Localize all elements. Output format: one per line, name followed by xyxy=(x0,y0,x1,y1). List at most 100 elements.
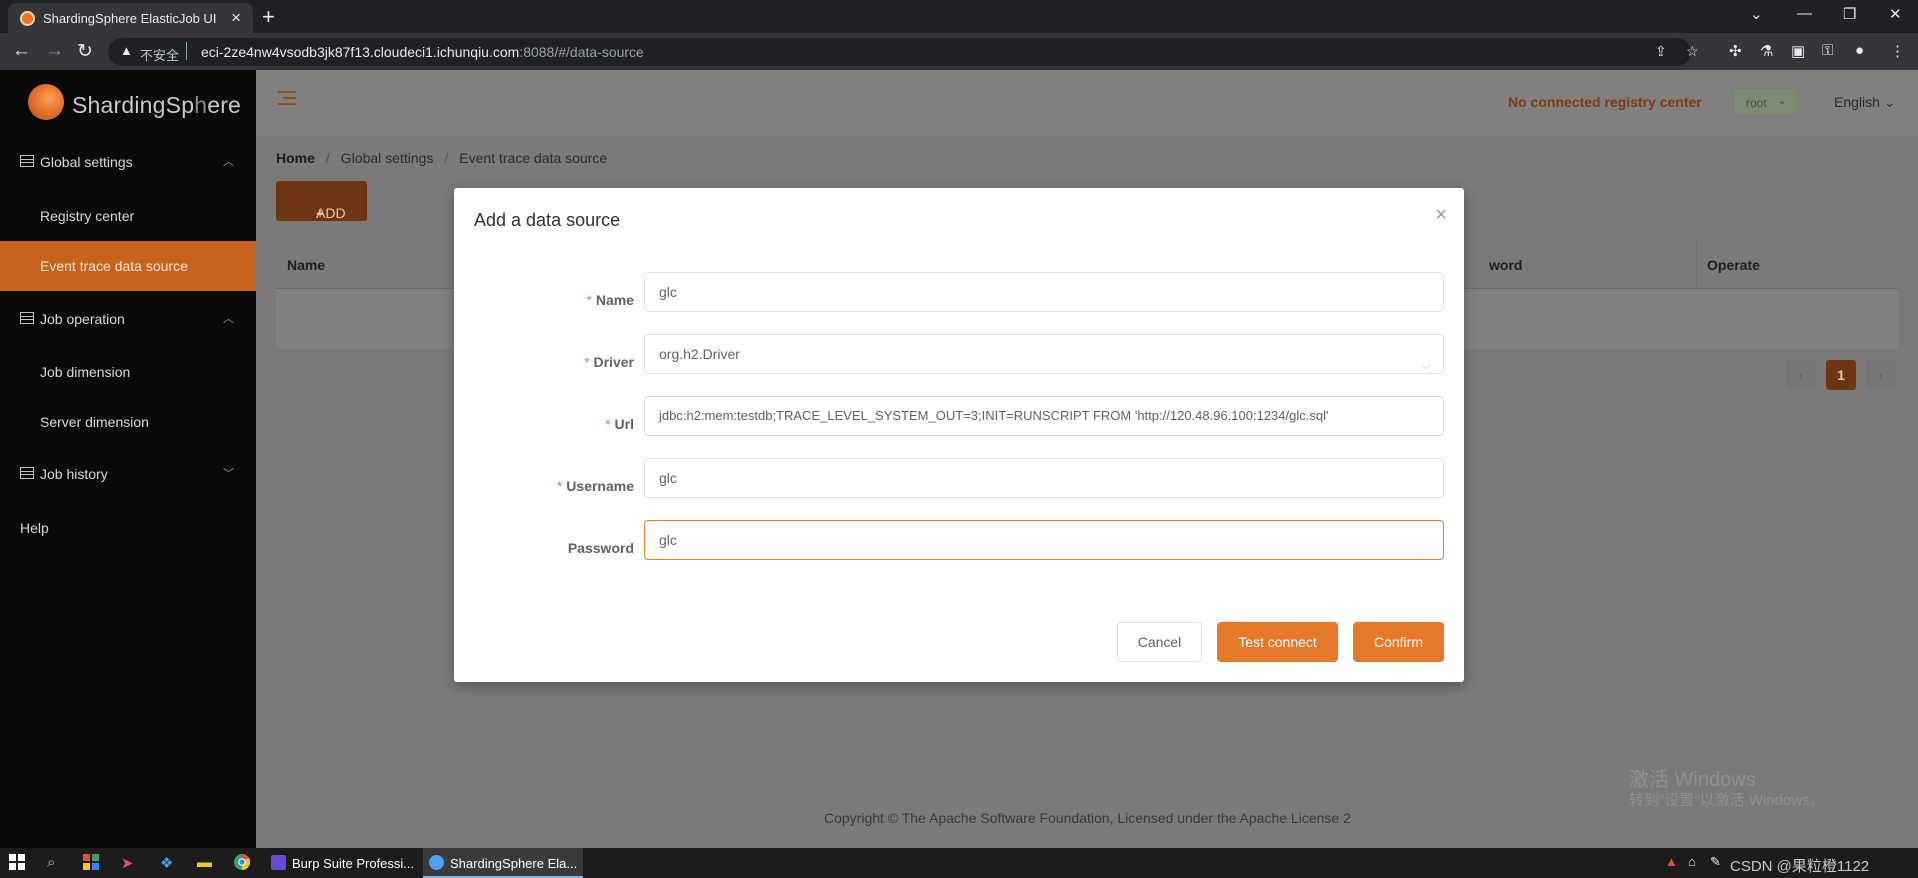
window-close-icon[interactable]: ✕ xyxy=(1889,5,1902,23)
extensions-puzzle-icon[interactable]: ✣ xyxy=(1729,42,1742,60)
insecure-label[interactable]: 不安全 xyxy=(140,45,179,64)
browser-menu-icon[interactable]: ⋮ xyxy=(1890,42,1905,60)
tray-network-icon[interactable]: ⌂ xyxy=(1688,854,1696,869)
sidebar-item-server-dimension[interactable]: Server dimension xyxy=(0,397,256,447)
menu-group-label: Job operation xyxy=(40,311,125,327)
chevron-down-icon: ⌄ xyxy=(1883,94,1896,110)
url-input[interactable]: jdbc:h2:mem:testdb;TRACE_LEVEL_SYSTEM_OU… xyxy=(644,396,1444,436)
pointer-app-icon[interactable]: ➤ xyxy=(121,854,139,872)
multicolor-app-icon[interactable] xyxy=(83,854,101,872)
side-panel-icon[interactable]: ▣ xyxy=(1791,42,1805,60)
name-label: * Name xyxy=(586,292,634,308)
new-tab-icon[interactable]: + xyxy=(262,4,275,30)
column-password: word xyxy=(1489,257,1523,273)
back-icon[interactable]: ← xyxy=(12,40,31,62)
sidebar-item-label: Job dimension xyxy=(40,364,131,380)
language-dropdown[interactable]: English ⌄ xyxy=(1834,94,1896,111)
breadcrumb-global-settings[interactable]: Global settings xyxy=(341,150,434,166)
user-dropdown[interactable]: root ⌄ xyxy=(1733,88,1797,116)
menu-group-job-history[interactable]: Job history ﹀ xyxy=(0,451,256,499)
sidebar-item-event-trace-data-source[interactable]: Event trace data source xyxy=(0,241,256,291)
menu-group-global-settings[interactable]: Global settings ︿ xyxy=(0,139,256,187)
chevron-up-icon: ︿ xyxy=(223,313,234,325)
username-input[interactable]: glc xyxy=(644,458,1444,498)
column-divider xyxy=(1696,241,1697,289)
tab-close-icon[interactable]: × xyxy=(231,8,241,28)
url-label: * Url xyxy=(605,416,634,432)
page-number-current[interactable]: 1 xyxy=(1826,360,1856,390)
username-label: * Username xyxy=(556,478,634,494)
address-bar[interactable]: ▲ 不安全 eci-2ze4nw4vsodb3jk87f13.cloudeci1… xyxy=(108,38,1699,66)
windows-start-icon[interactable] xyxy=(9,854,27,872)
dialog-title: Add a data source xyxy=(474,210,621,230)
browser-tab[interactable]: ShardingSphere ElasticJob UI × xyxy=(8,3,253,33)
test-connect-button[interactable]: Test connect xyxy=(1217,622,1338,662)
column-operate: Operate xyxy=(1707,257,1760,273)
reload-icon[interactable]: ↻ xyxy=(77,40,93,63)
bookmark-star-icon[interactable]: ☆ xyxy=(1686,43,1699,60)
url-text[interactable]: eci-2ze4nw4vsodb3jk87f13.cloudeci1.ichun… xyxy=(201,44,644,60)
tab-search-chevron-icon[interactable]: ⌄ xyxy=(1750,5,1763,23)
menu-group-label: Global settings xyxy=(40,154,133,170)
taskbar-app-label: Burp Suite Professi... xyxy=(292,856,415,871)
next-page-button[interactable]: › xyxy=(1866,360,1896,390)
profile-icon[interactable]: ● xyxy=(1855,42,1864,59)
tray-app-icon[interactable]: ▲ xyxy=(1665,854,1678,869)
burp-suite-icon xyxy=(271,855,286,870)
windows-watermark-subtitle: 转到"设置"以激活 Windows。 xyxy=(1629,792,1825,809)
shardingsphere-favicon-icon xyxy=(20,11,35,26)
chevron-down-icon: ﹀ xyxy=(223,468,234,480)
minimize-icon[interactable]: — xyxy=(1797,5,1812,22)
taskbar-app-burp[interactable]: Burp Suite Professi... xyxy=(265,848,420,878)
confirm-button[interactable]: Confirm xyxy=(1353,622,1444,662)
forward-icon[interactable]: → xyxy=(45,40,64,62)
password-label: Password xyxy=(567,540,634,556)
search-icon[interactable]: ⌕ xyxy=(47,854,65,872)
add-button[interactable]: + ADD xyxy=(276,181,367,221)
menu-group-label: Job history xyxy=(40,466,108,482)
column-name: Name xyxy=(287,257,326,273)
chevron-down-icon: ⌵ xyxy=(1421,358,1431,372)
sidebar-item-label: Help xyxy=(20,520,49,536)
add-data-source-dialog: Add a data source × * Name glc * Driver or… xyxy=(454,188,1464,682)
share-icon[interactable]: ⇪ xyxy=(1655,43,1667,60)
sidebar-item-job-dimension[interactable]: Job dimension xyxy=(0,347,256,397)
breadcrumb-current: Event trace data source xyxy=(459,150,608,166)
sidebar-item-label: Registry center xyxy=(40,208,135,224)
chevron-down-icon: ⌄ xyxy=(1777,95,1787,107)
breadcrumb-home[interactable]: Home xyxy=(276,150,315,166)
file-explorer-icon[interactable]: ▬ xyxy=(197,854,215,872)
csdn-watermark: CSDN @果粒橙1122 xyxy=(1730,858,1870,875)
menu-group-job-operation[interactable]: Job operation ︿ xyxy=(0,296,256,344)
user-name: root xyxy=(1746,96,1767,110)
labs-flask-icon[interactable]: ⚗ xyxy=(1760,42,1773,60)
tray-notes-icon[interactable]: ✎ xyxy=(1710,854,1721,870)
windows-watermark-title: 激活 Windows xyxy=(1629,769,1756,791)
prev-page-button[interactable]: ‹ xyxy=(1786,360,1816,390)
password-input[interactable]: glc xyxy=(644,520,1444,560)
restore-icon[interactable]: ❐ xyxy=(1843,5,1856,23)
sidebar-item-help[interactable]: Help xyxy=(0,503,256,553)
cancel-button[interactable]: Cancel xyxy=(1117,622,1202,662)
add-button-label: ADD xyxy=(316,205,346,221)
close-icon[interactable]: × xyxy=(1435,204,1447,227)
chrome-small-icon xyxy=(429,855,444,870)
driver-label: * Driver xyxy=(584,354,634,370)
vscode-icon[interactable]: ❖ xyxy=(160,854,178,872)
driver-select-value: org.h2.Driver xyxy=(659,346,740,362)
name-input[interactable]: glc xyxy=(644,272,1444,312)
chevron-up-icon: ︿ xyxy=(223,156,234,168)
sidebar-item-label: Server dimension xyxy=(40,414,149,430)
chrome-icon[interactable] xyxy=(234,853,252,872)
url-divider xyxy=(186,42,187,60)
warning-icon[interactable]: ▲ xyxy=(120,43,133,58)
menu-fold-icon[interactable] xyxy=(278,91,296,105)
key-icon[interactable]: ⚿ xyxy=(1822,42,1833,59)
sidebar-item-registry-center[interactable]: Registry center xyxy=(0,191,256,241)
taskbar-app-chrome[interactable]: ShardingSphere Ela... xyxy=(423,848,583,878)
driver-select[interactable]: org.h2.Driver ⌵ xyxy=(644,334,1444,374)
logo-text: ShardingSphere xyxy=(72,92,242,118)
list-icon xyxy=(20,467,34,479)
list-icon xyxy=(20,312,34,324)
windows-taskbar: ⌕ ➤ ❖ ▬ Burp Suite Professi... ShardingS… xyxy=(0,848,1918,878)
